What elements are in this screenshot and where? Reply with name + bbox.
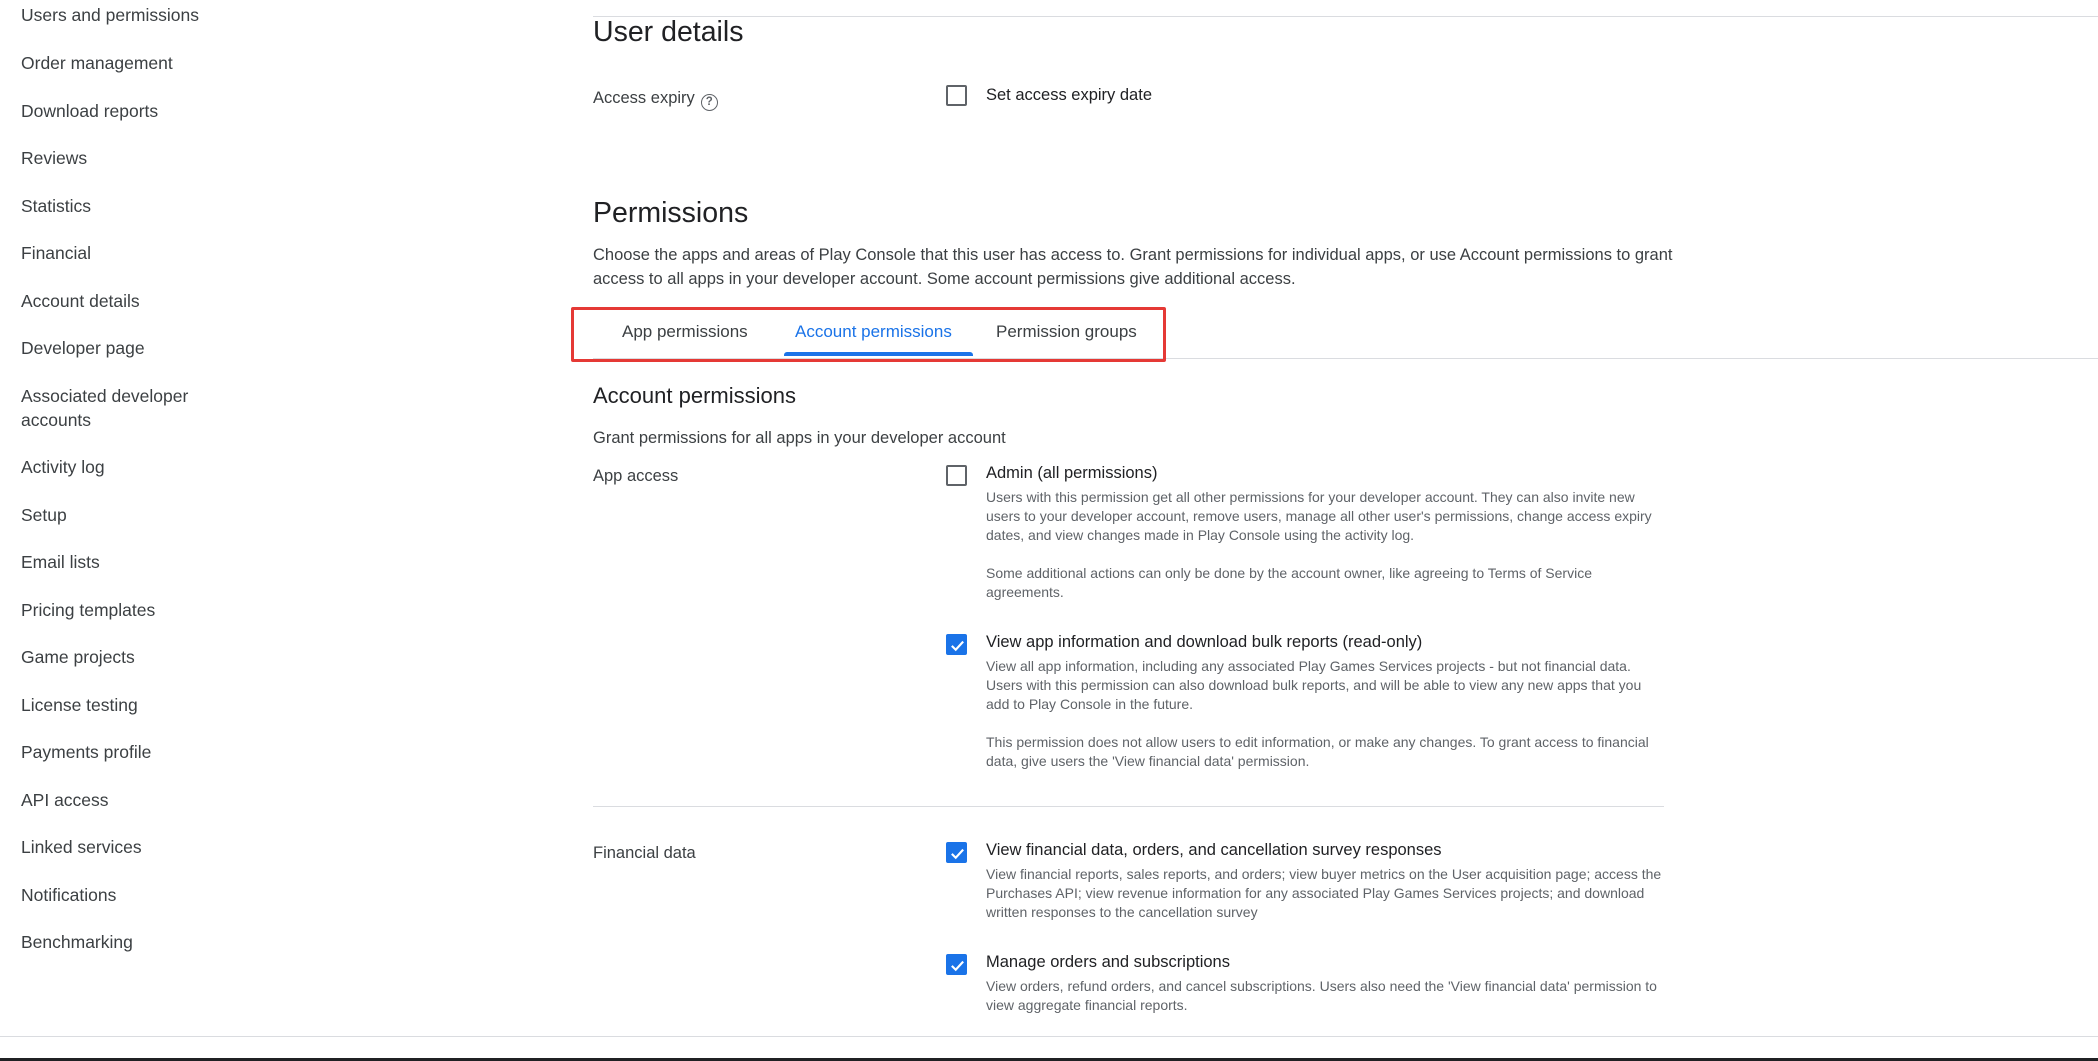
- checkmark-icon: [951, 640, 964, 652]
- permissions-title: Permissions: [593, 197, 749, 229]
- permissions-description: Choose the apps and areas of Play Consol…: [593, 246, 1673, 288]
- tab-app-permissions[interactable]: App permissions: [622, 322, 748, 342]
- view-app-info-title: View app information and download bulk r…: [986, 633, 1423, 651]
- view-app-info-checkbox[interactable]: [946, 634, 967, 655]
- sidebar-item-activity-log[interactable]: Activity log: [21, 455, 105, 479]
- bottom-bar: [0, 1036, 2098, 1061]
- active-tab-indicator: [784, 352, 973, 356]
- manage-orders-description: View orders, refund orders, and cancel s…: [986, 978, 1657, 1013]
- sidebar-item-download-reports[interactable]: Download reports: [21, 99, 158, 123]
- sidebar-item-linked-services[interactable]: Linked services: [21, 835, 142, 859]
- checkmark-icon: [951, 960, 964, 972]
- view-financial-data-checkbox[interactable]: [946, 842, 967, 863]
- app-access-label: App access: [593, 467, 679, 485]
- sidebar-item-order-management[interactable]: Order management: [21, 51, 173, 75]
- sidebar-item-payments-profile[interactable]: Payments profile: [21, 740, 151, 764]
- sidebar-item-license-testing[interactable]: License testing: [21, 693, 138, 717]
- manage-orders-title: Manage orders and subscriptions: [986, 953, 1230, 971]
- sidebar-item-associated-developer-accounts[interactable]: Associated developer accounts: [21, 384, 261, 432]
- set-expiry-checkbox[interactable]: [946, 85, 967, 106]
- tab-permission-groups[interactable]: Permission groups: [996, 322, 1137, 342]
- access-expiry-label: Access expiry: [593, 89, 695, 107]
- account-permissions-subtitle: Grant permissions for all apps in your d…: [593, 429, 1006, 447]
- sidebar-item-users-and-permissions[interactable]: Users and permissions: [21, 3, 199, 27]
- sidebar-item-developer-page[interactable]: Developer page: [21, 336, 145, 360]
- sidebar-item-game-projects[interactable]: Game projects: [21, 645, 135, 669]
- account-permissions-title: Account permissions: [593, 383, 796, 408]
- sidebar-item-email-lists[interactable]: Email lists: [21, 550, 100, 574]
- sidebar-item-financial[interactable]: Financial: [21, 241, 91, 265]
- sidebar-item-pricing-templates[interactable]: Pricing templates: [21, 598, 155, 622]
- view-app-info-note: This permission does not allow users to …: [986, 734, 1649, 769]
- checkmark-icon: [951, 848, 964, 860]
- sidebar-item-setup[interactable]: Setup: [21, 503, 67, 527]
- main-content: User details Access expiry? Set access e…: [571, 0, 2098, 1036]
- financial-data-label: Financial data: [593, 844, 696, 862]
- manage-orders-checkbox[interactable]: [946, 954, 967, 975]
- access-expiry-row: Access expiry?: [593, 89, 718, 111]
- admin-option-description: Users with this permission get all other…: [986, 489, 1652, 543]
- section-divider: [593, 806, 1664, 807]
- view-app-info-description: View all app information, including any …: [986, 658, 1642, 712]
- user-details-title: User details: [593, 16, 744, 48]
- sidebar-item-reviews[interactable]: Reviews: [21, 146, 87, 170]
- sidebar-item-benchmarking[interactable]: Benchmarking: [21, 930, 133, 954]
- tab-account-permissions[interactable]: Account permissions: [795, 322, 952, 342]
- view-financial-data-description: View financial reports, sales reports, a…: [986, 866, 1662, 920]
- view-financial-data-title: View financial data, orders, and cancell…: [986, 841, 1442, 859]
- sidebar-item-statistics[interactable]: Statistics: [21, 194, 91, 218]
- sidebar-nav: Users and permissions Order management D…: [0, 0, 290, 1036]
- admin-option-title: Admin (all permissions): [986, 464, 1158, 482]
- top-divider: [593, 16, 2098, 17]
- sidebar-item-api-access[interactable]: API access: [21, 788, 109, 812]
- admin-checkbox[interactable]: [946, 465, 967, 486]
- sidebar-item-account-details[interactable]: Account details: [21, 289, 140, 313]
- set-expiry-label: Set access expiry date: [986, 86, 1152, 104]
- sidebar-item-notifications[interactable]: Notifications: [21, 883, 116, 907]
- help-icon[interactable]: ?: [700, 94, 718, 111]
- admin-option-note: Some additional actions can only be done…: [986, 565, 1592, 600]
